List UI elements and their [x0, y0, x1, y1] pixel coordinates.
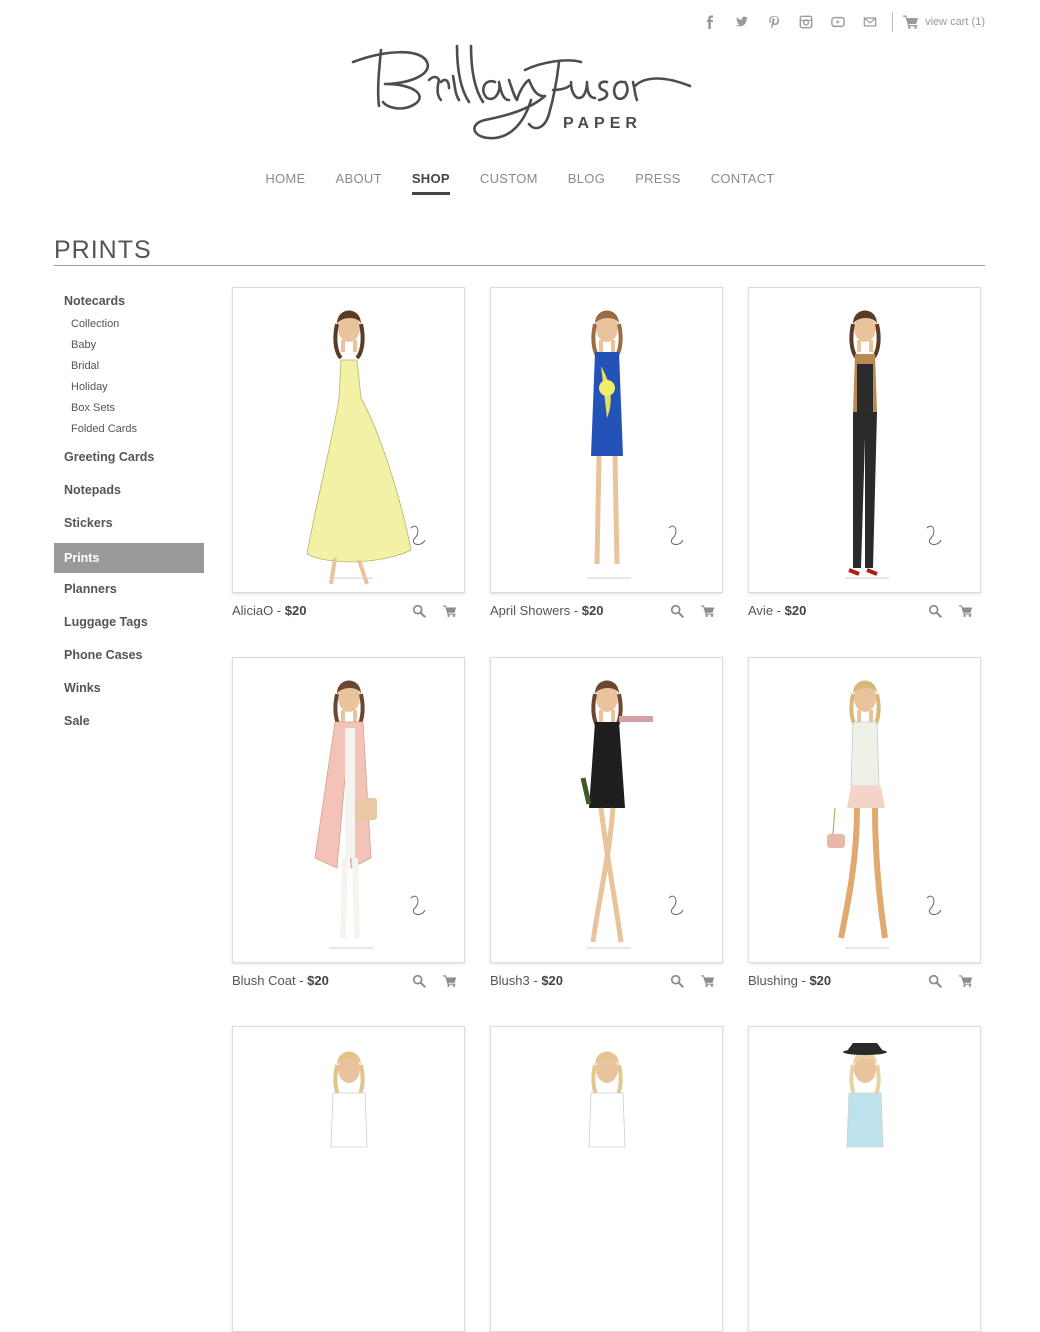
cart-icon [903, 15, 919, 29]
top-bar: view cart (1) [686, 12, 985, 32]
product-image[interactable] [748, 657, 981, 963]
product-actions [653, 974, 715, 988]
cart-label: view cart (1) [925, 16, 985, 28]
divider [892, 12, 894, 32]
product-meta: Blush3 - $20 [490, 972, 723, 994]
add-to-cart-icon[interactable] [701, 604, 715, 618]
product-meta: Blushing - $20 [748, 972, 981, 994]
sidebar-item-notecards[interactable]: Notecards [54, 288, 204, 314]
email-icon[interactable] [862, 14, 878, 30]
product-meta: Blush Coat - $20 [232, 972, 465, 994]
view-cart-link[interactable]: view cart (1) [903, 15, 985, 29]
product-card-partial [490, 1026, 723, 1332]
nav-item-custom[interactable]: CUSTOM [480, 171, 538, 195]
sidebar-subitem-bridal[interactable]: Bridal [71, 356, 204, 377]
product-actions [911, 604, 973, 618]
category-sidebar: Notecards Collection Baby Bridal Holiday Box… [54, 288, 204, 741]
product-name[interactable]: April Showers - $20 [490, 603, 603, 618]
product-name[interactable]: Blush3 - $20 [490, 973, 563, 988]
notecards-submenu: Collection Baby Bridal Holiday Box Sets Folde… [54, 314, 204, 440]
product-image[interactable] [232, 657, 465, 963]
twitter-icon[interactable] [734, 14, 750, 30]
product-image[interactable] [748, 1026, 981, 1332]
sidebar-subitem-box-sets[interactable]: Box Sets [71, 398, 204, 419]
sidebar-subitem-collection[interactable]: Collection [71, 314, 204, 335]
product-actions [395, 974, 457, 988]
brand-logo[interactable]: PAPER [345, 40, 695, 150]
product-card-blush-coat: Blush Coat - $20 [232, 657, 465, 994]
quick-view-search-icon[interactable] [928, 604, 942, 618]
instagram-icon[interactable] [798, 14, 814, 30]
nav-item-shop[interactable]: SHOP [411, 171, 450, 195]
nav-item-about[interactable]: ABOUT [336, 171, 382, 195]
add-to-cart-icon[interactable] [959, 974, 973, 988]
product-meta: AliciaO - $20 [232, 602, 465, 624]
sidebar-item-phone-cases[interactable]: Phone Cases [54, 642, 204, 675]
product-price: $20 [307, 973, 329, 988]
product-actions [395, 604, 457, 618]
add-to-cart-icon[interactable] [701, 974, 715, 988]
product-name[interactable]: Blush Coat - $20 [232, 973, 329, 988]
product-price: $20 [784, 603, 807, 618]
sidebar-item-sale[interactable]: Sale [54, 708, 204, 741]
facebook-icon[interactable] [702, 14, 718, 30]
product-card-aliciao: AliciaO - $20 [232, 287, 465, 624]
product-image[interactable] [490, 657, 723, 963]
sidebar-subitem-folded-cards[interactable]: Folded Cards [71, 419, 204, 440]
product-price: $20 [581, 603, 604, 618]
product-actions [653, 604, 715, 618]
quick-view-search-icon[interactable] [670, 974, 684, 988]
add-to-cart-icon[interactable] [443, 604, 457, 618]
product-card-blushing: Blushing - $20 [748, 657, 981, 994]
nav-item-press[interactable]: PRESS [635, 171, 681, 195]
product-image[interactable] [232, 287, 465, 593]
quick-view-search-icon[interactable] [412, 604, 426, 618]
product-price: $20 [541, 973, 564, 988]
sidebar-item-winks[interactable]: Winks [54, 675, 204, 708]
product-price: $20 [809, 973, 832, 988]
sidebar-item-luggage-tags[interactable]: Luggage Tags [54, 609, 204, 642]
add-to-cart-icon[interactable] [959, 604, 973, 618]
product-meta: Avie - $20 [748, 602, 981, 624]
logo-subtitle: PAPER [563, 115, 642, 132]
product-card-avie: Avie - $20 [748, 287, 981, 624]
product-price: $20 [284, 603, 307, 618]
product-image[interactable] [232, 1026, 465, 1332]
product-name[interactable]: AliciaO - $20 [232, 603, 306, 618]
product-card-partial [748, 1026, 981, 1332]
youtube-icon[interactable] [830, 14, 846, 30]
main-nav: HOME ABOUT SHOP CUSTOM BLOG PRESS CONTACT [0, 171, 1040, 195]
nav-item-home[interactable]: HOME [265, 171, 305, 195]
sidebar-item-notepads[interactable]: Notepads [54, 477, 204, 510]
add-to-cart-icon[interactable] [443, 974, 457, 988]
sidebar-item-greeting-cards[interactable]: Greeting Cards [54, 444, 204, 477]
product-meta: April Showers - $20 [490, 602, 723, 624]
product-card-partial [232, 1026, 465, 1332]
pinterest-icon[interactable] [766, 14, 782, 30]
product-card-blush3: Blush3 - $20 [490, 657, 723, 994]
product-card-april-showers: April Showers - $20 [490, 287, 723, 624]
sidebar-subitem-baby[interactable]: Baby [71, 335, 204, 356]
product-image[interactable] [748, 287, 981, 593]
sidebar-item-stickers[interactable]: Stickers [54, 510, 204, 543]
product-actions [911, 974, 973, 988]
sidebar-item-planners[interactable]: Planners [54, 576, 204, 609]
product-name[interactable]: Blushing - $20 [748, 973, 831, 988]
product-name[interactable]: Avie - $20 [748, 603, 806, 618]
quick-view-search-icon[interactable] [412, 974, 426, 988]
page-title: PRINTS [54, 236, 152, 264]
product-image[interactable] [490, 1026, 723, 1332]
quick-view-search-icon[interactable] [670, 604, 684, 618]
title-divider [54, 265, 985, 266]
social-links [686, 14, 878, 30]
quick-view-search-icon[interactable] [928, 974, 942, 988]
nav-item-contact[interactable]: CONTACT [711, 171, 775, 195]
nav-item-blog[interactable]: BLOG [568, 171, 605, 195]
sidebar-subitem-holiday[interactable]: Holiday [71, 377, 204, 398]
sidebar-item-prints[interactable]: Prints [54, 543, 204, 573]
product-image[interactable] [490, 287, 723, 593]
